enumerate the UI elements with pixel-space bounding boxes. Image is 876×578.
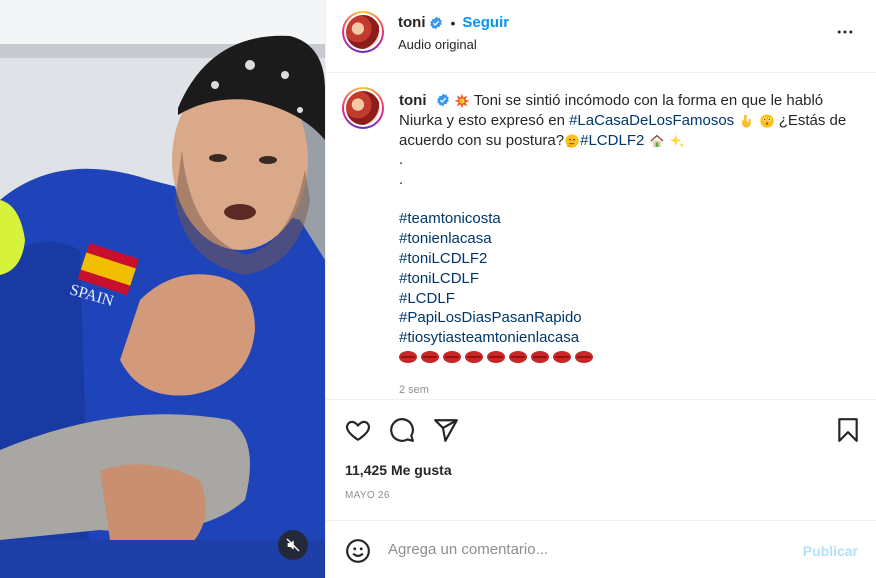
flushed-face-emoji-icon — [759, 114, 774, 128]
caption-hashtag-list: . . #teamtonicosta #tonienlacasa #toniLC… — [399, 150, 582, 348]
hashtag-link[interactable]: #LCDLF2 — [580, 132, 644, 149]
like-count[interactable]: 11,425 Me gusta — [345, 462, 452, 478]
caption-dot: . — [399, 151, 404, 168]
hashtag-link[interactable]: #teamtonicosta — [399, 209, 582, 229]
mute-button[interactable] — [278, 530, 308, 560]
hashtag-link[interactable]: #tonienlacasa — [399, 229, 582, 249]
avatar[interactable] — [342, 11, 384, 53]
follow-button[interactable]: Seguir — [462, 14, 509, 31]
post-header: toni • Seguir Audio original — [326, 0, 876, 73]
house-emoji-icon — [650, 134, 663, 148]
speaker-muted-icon — [286, 538, 300, 552]
hashtag-link[interactable]: #LCDLF — [399, 289, 582, 309]
verified-badge-icon — [436, 93, 449, 107]
share-icon[interactable] — [433, 417, 459, 443]
hashtag-link[interactable]: #LaCasaDeLosFamosos — [569, 112, 734, 129]
audio-link[interactable]: Audio original — [398, 37, 477, 52]
post-date[interactable]: MAYO 26 — [345, 490, 390, 501]
verified-badge-icon — [429, 16, 442, 29]
emoji-picker-icon[interactable] — [345, 538, 371, 564]
publish-button[interactable]: Publicar — [803, 543, 858, 559]
heart-icon[interactable] — [345, 417, 371, 443]
comment-bar: Publicar — [326, 520, 876, 578]
hashtag-link[interactable]: #toniLCDLF — [399, 269, 582, 289]
post-video[interactable]: SPAIN — [0, 0, 325, 578]
comment-icon[interactable] — [389, 417, 415, 443]
hashtag-link[interactable]: #toniLCDLF2 — [399, 249, 582, 269]
post-panel: toni • Seguir Audio original toni Toni s… — [325, 0, 876, 578]
hashtag-link[interactable]: #tiosytiasteamtonienlacasa — [399, 328, 582, 348]
caption-text: toni Toni se sintió incómodo con la form… — [399, 91, 859, 151]
collision-emoji-icon — [454, 93, 470, 109]
caption-timestamp[interactable]: 2 sem — [399, 384, 429, 396]
pointing-down-emoji-icon — [742, 115, 752, 128]
username[interactable]: toni — [398, 14, 426, 31]
comment-input[interactable] — [388, 541, 778, 558]
sparkles-emoji-icon — [669, 134, 685, 148]
caption-username[interactable]: toni — [399, 92, 427, 109]
more-horizontal-icon[interactable] — [835, 22, 855, 42]
separator-dot: • — [450, 14, 456, 31]
bookmark-icon[interactable] — [835, 417, 861, 443]
video-frame: SPAIN — [0, 0, 325, 578]
caption-section: toni Toni se sintió incómodo con la form… — [326, 74, 876, 400]
thinking-face-emoji-icon — [565, 134, 579, 148]
hashtag-link[interactable]: #PapiLosDiasPasanRapido — [399, 308, 582, 328]
caption-avatar[interactable] — [342, 87, 384, 129]
caption-dot: . — [399, 170, 404, 188]
action-bar — [326, 401, 876, 461]
lips-emoji-row-icon — [399, 351, 593, 363]
